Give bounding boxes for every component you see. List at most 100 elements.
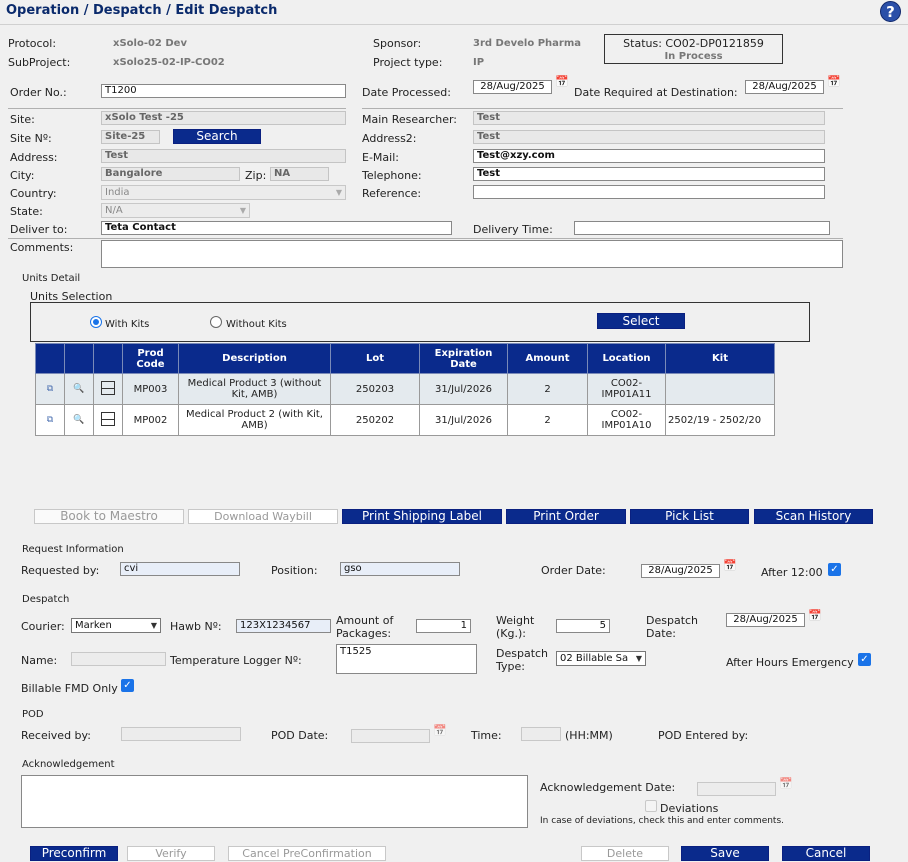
state-select: N/A ▼ <box>101 203 250 218</box>
despatch-type-label: Despatch Type: <box>496 647 549 673</box>
scan-history-button[interactable]: Scan History <box>754 509 873 524</box>
chevron-down-icon: ▼ <box>239 206 246 215</box>
order-date-label: Order Date: <box>541 564 606 577</box>
status-state: In Process <box>664 51 723 62</box>
print-order-button[interactable]: Print Order <box>506 509 626 524</box>
date-required-input[interactable]: 28/Aug/2025 <box>745 80 824 94</box>
copy-icon[interactable]: ⧉ <box>47 384 53 394</box>
ack-textarea[interactable] <box>21 775 528 828</box>
despatch-type-value: 02 Billable Sa <box>560 653 629 664</box>
box-icon[interactable] <box>101 380 115 395</box>
after-12-checkbox[interactable]: ✓ <box>828 563 841 576</box>
courier-select[interactable]: Marken ▼ <box>71 618 161 633</box>
order-date-input[interactable]: 28/Aug/2025 <box>641 564 720 578</box>
help-icon[interactable]: ? <box>880 1 901 22</box>
cancel-button[interactable]: Cancel <box>782 846 870 861</box>
expiration-cell: 31/Jul/2026 <box>419 373 508 405</box>
col-select <box>93 343 123 374</box>
hawb-input[interactable]: 123X1234567 <box>236 619 331 633</box>
pick-list-button[interactable]: Pick List <box>630 509 749 524</box>
ack-date-label: Acknowledgement Date: <box>540 781 676 794</box>
cancel-preconfirmation-button: Cancel PreConfirmation <box>228 846 386 861</box>
email-input[interactable]: Test@xzy.com <box>473 149 825 163</box>
address-field: Test <box>101 149 346 163</box>
reference-input[interactable] <box>473 185 825 199</box>
calendar-icon[interactable]: 📅 <box>555 75 569 88</box>
order-no-input[interactable]: T1200 <box>101 84 346 98</box>
date-required-label: Date Required at Destination: <box>574 86 738 99</box>
col-kit: Kit <box>665 343 775 374</box>
save-button[interactable]: Save <box>681 846 769 861</box>
row-box-cell[interactable] <box>93 404 123 436</box>
calendar-icon[interactable]: 📅 <box>827 75 841 88</box>
row-copy-cell[interactable]: ⧉ <box>35 404 65 436</box>
verify-button: Verify <box>127 846 215 861</box>
table-row: ⧉ 🔍 MP002 Medical Product 2 (with Kit, A… <box>35 404 775 436</box>
telephone-label: Telephone: <box>362 169 422 182</box>
status-label: Status: <box>623 37 662 50</box>
col-expiration: Expiration Date <box>419 343 508 374</box>
weight-label: Weight (Kg.): <box>496 614 535 640</box>
amount-packages-label: Amount of Packages: <box>336 614 394 640</box>
delete-button: Delete <box>581 846 669 861</box>
country-label: Country: <box>10 187 57 200</box>
deliver-to-input[interactable]: Teta Contact <box>101 221 452 235</box>
after-hours-label: After Hours Emergency <box>726 656 854 669</box>
protocol-label: Protocol: <box>8 37 57 50</box>
chevron-down-icon: ▼ <box>635 654 642 663</box>
copy-icon[interactable]: ⧉ <box>47 415 53 425</box>
col-amount: Amount <box>507 343 588 374</box>
row-view-cell[interactable]: 🔍 <box>64 404 94 436</box>
magnifier-icon[interactable]: 🔍 <box>73 384 84 394</box>
preconfirm-button[interactable]: Preconfirm <box>30 846 118 861</box>
delivery-time-input[interactable] <box>574 221 830 235</box>
requested-by-input[interactable]: cvi <box>120 562 240 576</box>
page-header: Operation / Despatch / Edit Despatch ? <box>0 0 908 22</box>
comments-textarea[interactable] <box>101 240 843 268</box>
print-shipping-label-button[interactable]: Print Shipping Label <box>342 509 502 524</box>
deviations-checkbox <box>645 800 657 812</box>
calendar-icon[interactable]: 📅 <box>723 559 737 572</box>
position-label: Position: <box>271 564 318 577</box>
temp-logger-textarea[interactable]: T1525 <box>336 644 477 674</box>
billable-fmd-checkbox[interactable]: ✓ <box>121 679 134 692</box>
telephone-input[interactable]: Test <box>473 167 825 181</box>
search-button[interactable]: Search <box>173 129 261 144</box>
chevron-down-icon: ▼ <box>150 621 157 630</box>
received-by-input <box>121 727 241 741</box>
divider <box>8 238 843 239</box>
site-no-label: Site Nº: <box>10 132 52 145</box>
without-kits-radio[interactable] <box>210 316 222 328</box>
comments-label: Comments: <box>10 241 74 254</box>
despatch-type-select[interactable]: 02 Billable Sa ▼ <box>556 651 646 666</box>
box-icon[interactable] <box>101 411 115 426</box>
zip-label: Zip: <box>245 169 267 182</box>
site-label: Site: <box>10 113 35 126</box>
amount-packages-input[interactable]: 1 <box>416 619 471 633</box>
select-button[interactable]: Select <box>597 313 685 329</box>
time-hint: (HH:MM) <box>565 729 613 742</box>
description-cell: Medical Product 3 (without Kit, AMB) <box>178 373 331 405</box>
calendar-icon[interactable]: 📅 <box>808 609 822 622</box>
time-input <box>521 727 561 741</box>
country-value: India <box>105 187 130 198</box>
prod-code-cell: MP002 <box>122 404 179 436</box>
col-description: Description <box>178 343 331 374</box>
country-select: India ▼ <box>101 185 346 200</box>
row-box-cell[interactable] <box>93 373 123 405</box>
magnifier-icon[interactable]: 🔍 <box>73 415 84 425</box>
weight-input[interactable]: 5 <box>556 619 610 633</box>
divider <box>362 108 843 109</box>
lot-cell: 250203 <box>330 373 420 405</box>
date-processed-input[interactable]: 28/Aug/2025 <box>473 80 552 94</box>
position-input[interactable]: gso <box>340 562 460 576</box>
city-field: Bangalore <box>101 167 240 181</box>
with-kits-radio[interactable] <box>90 316 102 328</box>
row-view-cell[interactable]: 🔍 <box>64 373 94 405</box>
row-copy-cell[interactable]: ⧉ <box>35 373 65 405</box>
despatch-title: Despatch <box>22 594 70 605</box>
state-value: N/A <box>105 205 123 216</box>
despatch-date-input[interactable]: 28/Aug/2025 <box>726 613 805 627</box>
after-hours-checkbox[interactable]: ✓ <box>858 653 871 666</box>
date-processed-label: Date Processed: <box>362 86 451 99</box>
